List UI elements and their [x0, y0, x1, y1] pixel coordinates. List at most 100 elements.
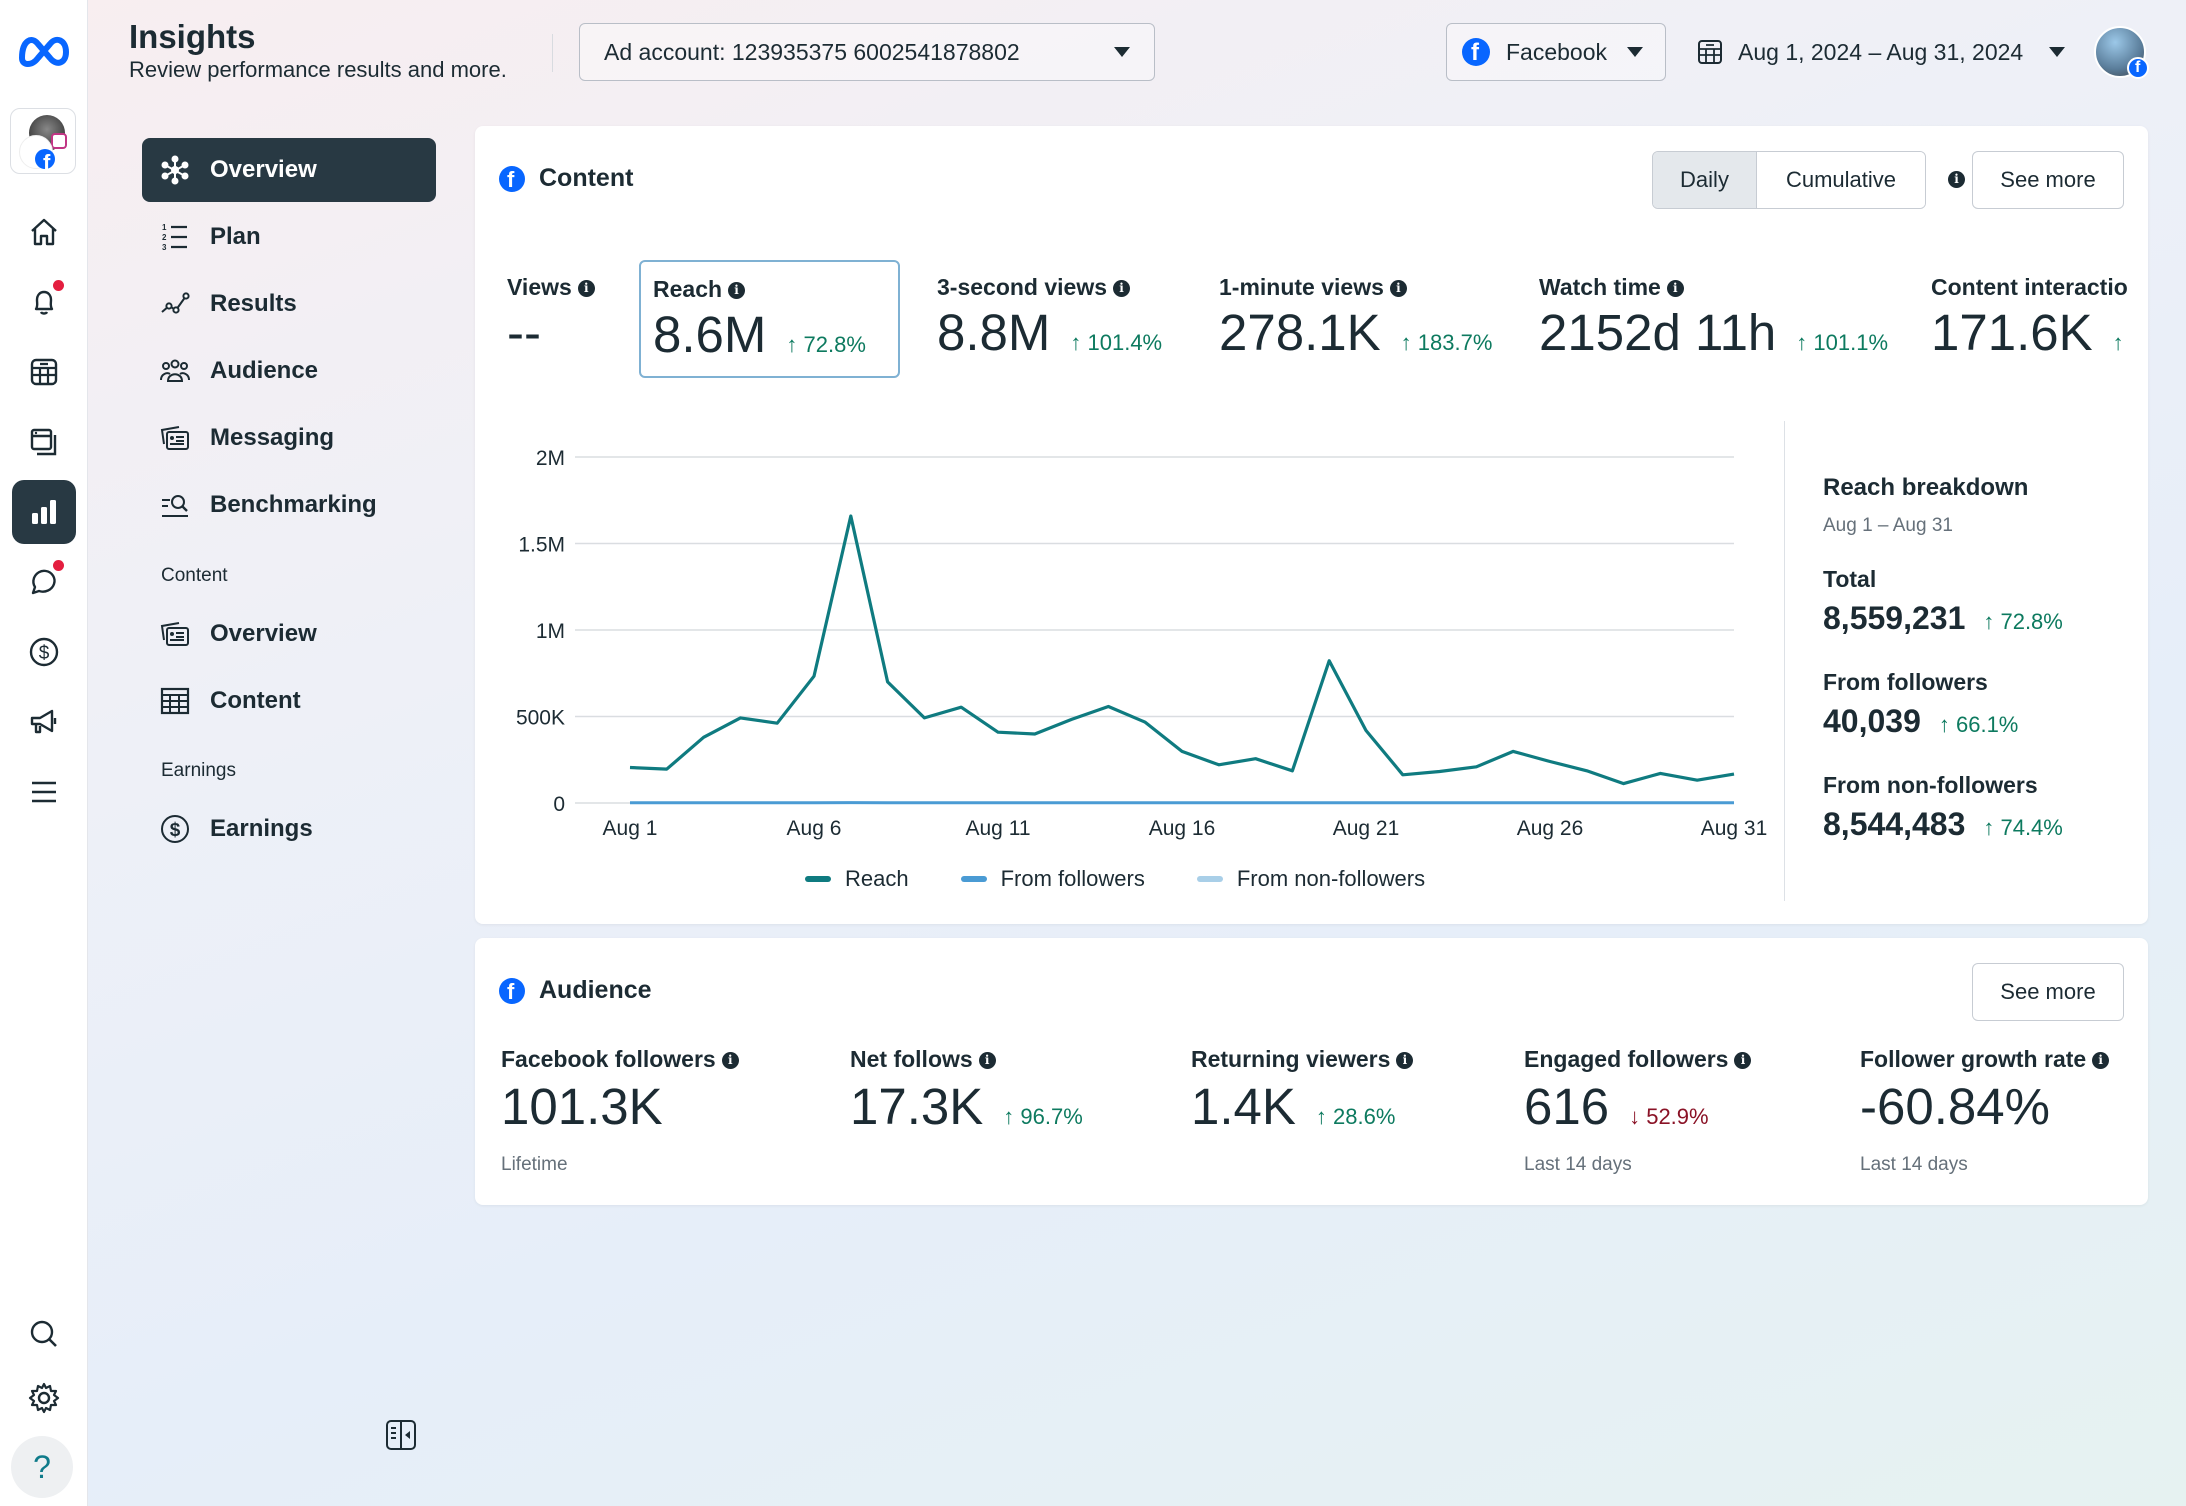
stacked-pages-icon — [30, 428, 57, 456]
metric-label: Engaged followers — [1524, 1046, 1729, 1072]
y-tick-label: 0 — [553, 793, 565, 816]
metric-delta: ↑ — [2112, 330, 2124, 355]
metric-returning-viewers: Returning viewers i 1.4K ↑ 28.6% — [1191, 1046, 1414, 1136]
rail-all-tools[interactable] — [12, 760, 76, 824]
legend-label-non-followers: From non-followers — [1236, 866, 1426, 891]
info-icon[interactable]: i — [2092, 1052, 2110, 1070]
breakdown-value: 40,039 — [1823, 703, 1921, 739]
rail-monetization[interactable]: $ — [12, 620, 76, 684]
compare-search-icon — [158, 488, 192, 522]
info-icon[interactable]: i — [1396, 1052, 1414, 1070]
chart-legend: Reach From followers From non-followers — [805, 866, 1425, 892]
info-icon[interactable]: i — [978, 1052, 996, 1070]
platform-label: Facebook — [1506, 38, 1608, 65]
nav-item-messaging[interactable]: Messaging — [142, 406, 436, 470]
nav-item-label: Content — [210, 687, 301, 714]
nav-item-results[interactable]: Results — [142, 272, 436, 336]
facebook-icon — [499, 977, 525, 1005]
metric-sub: Last 14 days — [1524, 1154, 1632, 1175]
breakdown-delta: ↑ 66.1% — [1938, 712, 2019, 737]
meta-logo-icon[interactable] — [14, 28, 74, 72]
facebook-badge-icon — [2127, 57, 2149, 79]
audience-card: Audience See more Facebook followers i 10… — [475, 938, 2148, 1205]
svg-text:2: 2 — [162, 233, 167, 242]
nav-item-benchmarking[interactable]: Benchmarking — [142, 473, 436, 537]
nav-item-label: Overview — [210, 620, 317, 647]
legend-label-followers: From followers — [1000, 866, 1145, 891]
cumulative-toggle-button[interactable]: Cumulative — [1757, 152, 1925, 208]
account-switcher[interactable] — [10, 108, 76, 176]
metric-value: -60.84% — [1860, 1078, 2050, 1135]
content-card: Content Daily Cumulative i See more View… — [475, 126, 2148, 924]
x-tick-label: Aug 31 — [1701, 817, 1768, 840]
content-see-more-button[interactable]: See more — [1972, 151, 2124, 209]
profile-avatar[interactable] — [2094, 26, 2149, 79]
notification-dot — [53, 560, 64, 571]
calendar-icon — [1698, 40, 1722, 64]
notification-dot — [53, 280, 64, 291]
breakdown-divider — [1784, 421, 1785, 901]
chevron-down-icon — [1114, 47, 1130, 57]
chevron-down-icon — [2049, 47, 2066, 57]
rail-content-library[interactable] — [12, 410, 76, 474]
date-range-dropdown[interactable]: Aug 1, 2024 – Aug 31, 2024 — [1696, 23, 2066, 81]
info-icon[interactable]: i — [721, 1052, 739, 1070]
icon-rail: $ ? — [0, 0, 88, 1506]
x-tick-label: Aug 21 — [1333, 817, 1400, 840]
rail-search[interactable] — [12, 1302, 76, 1366]
x-tick-label: Aug 26 — [1517, 817, 1584, 840]
nav-item-overview[interactable]: Overview — [142, 138, 436, 202]
rail-inbox[interactable] — [12, 550, 76, 614]
nav-item-audience[interactable]: Audience — [142, 339, 436, 403]
metric-sub: Last 14 days — [1860, 1154, 1968, 1175]
nav-item-content[interactable]: Content — [142, 669, 436, 733]
bar-chart-icon — [32, 500, 56, 524]
metric-value: 171.6K — [1931, 304, 2093, 361]
platform-dropdown[interactable]: Facebook — [1446, 23, 1666, 81]
rail-home[interactable] — [12, 200, 76, 264]
collapse-sidebar-icon[interactable] — [385, 1419, 417, 1451]
nav-item-earnings[interactable]: $ Earnings — [142, 797, 436, 861]
y-tick-label: 500K — [516, 707, 565, 730]
legend-swatch-reach — [805, 876, 831, 882]
nav-item-content-overview[interactable]: Overview — [142, 602, 436, 666]
metric-label: Follower growth rate — [1860, 1046, 2087, 1072]
people-icon — [158, 354, 192, 388]
metric-label: Net follows — [850, 1046, 973, 1072]
rail-planner[interactable] — [12, 340, 76, 404]
rail-insights[interactable] — [12, 480, 76, 544]
breakdown-from-followers: 40,039 ↑ 66.1% — [1823, 703, 2018, 740]
rail-settings[interactable] — [12, 1366, 76, 1430]
info-icon[interactable]: i — [1948, 171, 1965, 188]
hamburger-menu-icon — [32, 781, 56, 803]
metric-label: Content interactio — [1931, 274, 2128, 300]
nav-item-plan[interactable]: 123 Plan — [142, 205, 436, 269]
audience-card-header: Audience — [499, 976, 652, 1005]
info-icon[interactable]: i — [1734, 1052, 1752, 1070]
ad-account-label: Ad account: 123935375 6002541878802 — [604, 38, 1020, 65]
legend-swatch-non-followers — [1196, 876, 1223, 882]
metric-engaged-followers: Engaged followers i 616 ↓ 52.9% Last 14 da… — [1524, 1046, 1752, 1176]
nav-section-earnings: Earnings — [161, 760, 236, 781]
nav-item-label: Results — [210, 290, 297, 317]
breakdown-title: Reach breakdown — [1823, 474, 2029, 501]
instagram-badge-icon — [51, 133, 67, 149]
metric-content-interactions[interactable]: Content interactio 171.6K ↑ — [1919, 260, 2133, 378]
metric-value: 1.4K — [1191, 1078, 1296, 1135]
y-tick-label: 2M — [536, 447, 565, 470]
rail-notifications[interactable] — [12, 270, 76, 334]
ad-account-dropdown[interactable]: Ad account: 123935375 6002541878802 — [579, 23, 1155, 81]
rail-ads[interactable] — [12, 690, 76, 754]
x-tick-label: Aug 1 — [603, 817, 658, 840]
breakdown-label: Total — [1823, 566, 1877, 592]
audience-see-more-button[interactable]: See more — [1972, 963, 2124, 1021]
help-button[interactable]: ? — [11, 1436, 73, 1498]
dollar-circle-icon: $ — [158, 812, 192, 846]
metric-net-follows: Net follows i 17.3K ↑ 96.7% — [850, 1046, 1083, 1136]
svg-text:1: 1 — [162, 223, 167, 232]
metric-delta: ↓ 52.9% — [1629, 1104, 1709, 1129]
y-tick-label: 1.5M — [518, 534, 565, 557]
header-divider — [552, 34, 553, 72]
metric-delta: ↑ 96.7% — [1003, 1104, 1083, 1129]
svg-text:$: $ — [170, 820, 181, 841]
